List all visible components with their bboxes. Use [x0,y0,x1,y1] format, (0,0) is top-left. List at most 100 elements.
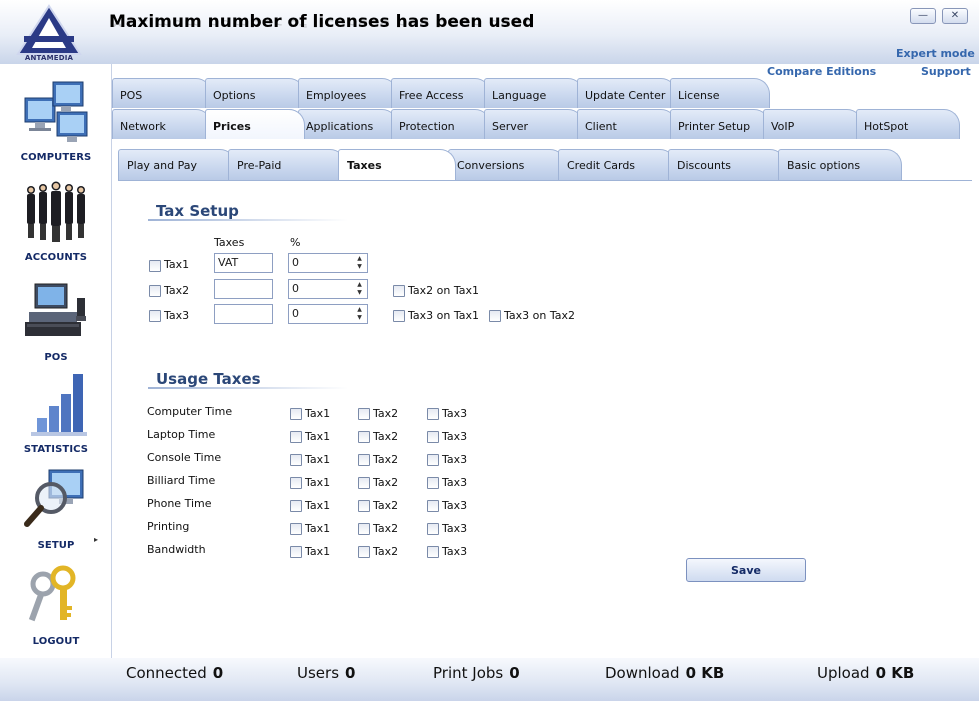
tab-free-access[interactable]: Free Access [391,78,491,108]
tab-voip[interactable]: VoIP [763,109,863,139]
computer-time-tax2-label: Tax2 [373,407,399,420]
subtab-credit-cards[interactable]: Credit Cards [558,149,676,180]
computer-time-tax2-checkbox[interactable] [358,408,370,420]
tax2-percent-stepper[interactable]: 0 ▲ ▼ [288,279,368,299]
usage-taxes-divider [148,387,348,389]
tax1-name-input[interactable]: VAT [214,253,273,273]
tab-update-center[interactable]: Update Center [577,78,677,108]
spinner-arrows-icon[interactable]: ▲ ▼ [355,255,364,271]
laptop-time-tax2-checkbox[interactable] [358,431,370,443]
tax2-checkbox[interactable] [149,285,161,297]
status-connected-label: Connected [126,664,207,682]
tab-client[interactable]: Client [577,109,677,139]
phone-time-tax2-checkbox[interactable] [358,500,370,512]
sidebar-item-logout[interactable]: LOGOUT [0,560,112,647]
sidebar-label-accounts: ACCOUNTS [24,252,88,263]
tax1-checkbox[interactable] [149,260,161,272]
save-button[interactable]: Save [686,558,806,582]
tax2-on-tax1-checkbox[interactable] [393,285,405,297]
subtab-pre-paid[interactable]: Pre-Paid [228,149,346,180]
tax3-label: Tax3 [164,309,190,322]
tax3-percent-stepper[interactable]: 0 ▲ ▼ [288,304,368,324]
phone-time-tax3-checkbox[interactable] [427,500,439,512]
tab-network[interactable]: Network [112,109,212,139]
spinner-arrows-icon[interactable]: ▲ ▼ [355,306,364,322]
sidebar-item-accounts[interactable]: ACCOUNTS [0,176,112,263]
tax1-percent-stepper[interactable]: 0 ▲ ▼ [288,253,368,273]
sidebar-item-pos[interactable]: POS [0,276,112,363]
tab-hotspot[interactable]: HotSpot [856,109,960,139]
subtab-basic-options[interactable]: Basic options [778,149,902,180]
console-time-tax3-checkbox[interactable] [427,454,439,466]
billiard-time-tax2-checkbox[interactable] [358,477,370,489]
minimize-icon: — [918,10,928,21]
tab-language[interactable]: Language [484,78,584,108]
percent-column-header: % [290,236,301,249]
billiard-time-tax1-checkbox[interactable] [290,477,302,489]
status-upload-value: 0 KB [875,664,915,682]
bandwidth-tax3-checkbox[interactable] [427,546,439,558]
minimize-button[interactable]: — [910,8,936,24]
tab-protection[interactable]: Protection [391,109,491,139]
tab-printer-setup[interactable]: Printer Setup [670,109,770,139]
tab-server[interactable]: Server [484,109,584,139]
tax2-on-tax1-label: Tax2 on Tax1 [408,284,479,297]
tax1-label: Tax1 [164,258,190,271]
support-link[interactable]: Support [921,65,971,78]
tab-license[interactable]: License [670,78,770,108]
laptop-time-tax1-label: Tax1 [305,430,331,443]
subtab-conversions[interactable]: Conversions [448,149,566,180]
bandwidth-tax1-checkbox[interactable] [290,546,302,558]
billiard-time-tax3-checkbox[interactable] [427,477,439,489]
compare-editions-link[interactable]: Compare Editions [767,65,876,78]
bandwidth-tax2-checkbox[interactable] [358,546,370,558]
tax2-name-input[interactable] [214,279,273,299]
title-reflection: Maximum number of licenses has been used [109,17,535,28]
computer-time-tax1-checkbox[interactable] [290,408,302,420]
billiard-time-tax1-label: Tax1 [305,476,331,489]
phone-time-tax3-label: Tax3 [442,499,468,512]
bar-chart-icon [31,374,87,436]
usage-row-label-laptop-time: Laptop Time [147,428,216,441]
tax3-name-input[interactable] [214,304,273,324]
sidebar-item-statistics[interactable]: STATISTICS [0,368,112,455]
printing-tax3-checkbox[interactable] [427,523,439,535]
tab-employees[interactable]: Employees [298,78,398,108]
status-download-value: 0 KB [685,664,725,682]
computer-time-tax3-checkbox[interactable] [427,408,439,420]
billiard-time-tax2-label: Tax2 [373,476,399,489]
phone-time-tax1-checkbox[interactable] [290,500,302,512]
console-time-tax2-checkbox[interactable] [358,454,370,466]
tax3-on-tax1-checkbox[interactable] [393,310,405,322]
usage-row-label-phone-time: Phone Time [147,497,212,510]
printing-tax1-checkbox[interactable] [290,523,302,535]
close-button[interactable]: ✕ [942,8,968,24]
tab-options[interactable]: Options [205,78,305,108]
status-print-jobs-value: 0 [509,664,520,682]
phone-time-tax1-label: Tax1 [305,499,331,512]
tab-pos[interactable]: POS [112,78,212,108]
sidebar-item-computers[interactable]: COMPUTERS [0,76,112,163]
console-time-tax3-label: Tax3 [442,453,468,466]
bandwidth-tax1-label: Tax1 [305,545,331,558]
subtab-taxes[interactable]: Taxes [338,149,456,182]
laptop-time-tax3-checkbox[interactable] [427,431,439,443]
laptop-time-tax1-checkbox[interactable] [290,431,302,443]
phone-time-tax2-label: Tax2 [373,499,399,512]
spinner-arrows-icon[interactable]: ▲ ▼ [355,281,364,297]
printing-tax2-checkbox[interactable] [358,523,370,535]
console-time-tax1-label: Tax1 [305,453,331,466]
tax3-checkbox[interactable] [149,310,161,322]
tab-applications-real[interactable]: Applications [298,109,398,139]
subtab-discounts[interactable]: Discounts [668,149,786,180]
expert-mode-link[interactable]: Expert mode [896,47,975,60]
status-download-label: Download [605,664,680,682]
console-time-tax1-checkbox[interactable] [290,454,302,466]
tax3-on-tax2-checkbox[interactable] [489,310,501,322]
taxes-column-header: Taxes [214,236,245,249]
console-time-tax2-label: Tax2 [373,453,399,466]
subtab-play-and-pay[interactable]: Play and Pay [118,149,236,180]
usage-row-label-printing: Printing [147,520,190,533]
tab-prices[interactable]: Prices [205,109,305,139]
antamedia-logo: ANTAMEDIA [14,4,84,62]
